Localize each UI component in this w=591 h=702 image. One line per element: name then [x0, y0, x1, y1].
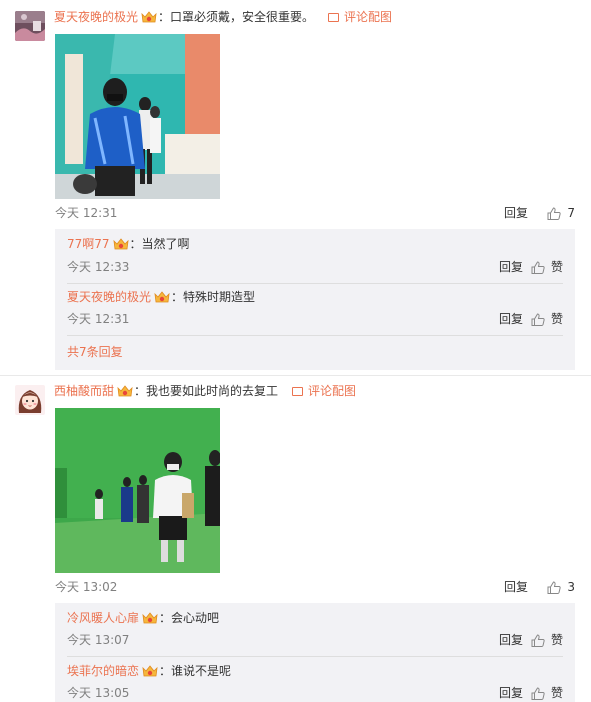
comment-pic-label: 评论配图 — [308, 384, 357, 398]
username-link[interactable]: 夏天夜晚的极光 — [67, 288, 151, 306]
timestamp: 今天 12:31 — [55, 206, 118, 220]
reply-text: ：特殊时期造型 — [171, 290, 256, 304]
reply-list: 冷风暖人心扉 ：会心动吧 今天 13:07 回复 赞 埃菲尔的暗恋 ：谁说不是呢… — [55, 603, 575, 702]
like-button[interactable]: 赞 — [531, 258, 563, 276]
comment-text: ：口罩必须戴，安全很重要。 — [158, 10, 315, 24]
username-link[interactable]: 埃菲尔的暗恋 — [67, 662, 139, 680]
comment-meta: 今天 12:31 回复 7 — [55, 204, 575, 222]
reply-list: 77啊77 ：当然了啊 今天 12:33 回复 赞 夏天夜晚的极光 ：特殊时期造… — [55, 229, 575, 370]
reply-button[interactable]: 回复 — [499, 631, 523, 649]
like-button[interactable]: 赞 — [531, 684, 563, 702]
reply-meta: 今天 13:07 回复 赞 — [67, 631, 563, 649]
reply-button[interactable]: 回复 — [504, 204, 528, 222]
timestamp: 今天 12:31 — [67, 312, 130, 326]
comment-header: 夏天夜晚的极光 ：口罩必须戴，安全很重要。 评论配图 — [54, 8, 392, 26]
comment-photo[interactable] — [55, 34, 220, 199]
like-count: 3 — [567, 580, 575, 594]
avatar[interactable] — [15, 11, 45, 41]
like-button[interactable]: 3 — [547, 578, 575, 596]
comment-pic-link[interactable]: 评论配图 — [292, 382, 356, 400]
comment-item: 西柚酸而甜 ：我也要如此时尚的去复工 评论配图 今天 13:02 回复 3 冷风… — [0, 376, 591, 702]
comment-meta: 今天 13:02 回复 3 — [55, 578, 575, 596]
comment-pic-link[interactable]: 评论配图 — [328, 8, 392, 26]
timestamp: 今天 13:07 — [67, 633, 130, 647]
thumbs-up-icon — [531, 313, 545, 326]
reply-button[interactable]: 回复 — [499, 684, 523, 702]
timestamp: 今天 12:33 — [67, 260, 130, 274]
reply-header: 埃菲尔的暗恋 ：谁说不是呢 — [67, 662, 231, 680]
like-count: 7 — [567, 206, 575, 220]
username-link[interactable]: 77啊77 — [67, 235, 110, 253]
reply-text: ：谁说不是呢 — [159, 664, 232, 678]
vip-badge-icon — [141, 11, 157, 24]
timestamp: 今天 13:02 — [55, 580, 118, 594]
reply-meta: 今天 12:31 回复 赞 — [67, 310, 563, 328]
like-label: 赞 — [550, 686, 563, 700]
reply-text: ：当然了啊 — [129, 237, 190, 251]
thumbs-up-icon — [531, 261, 545, 274]
vip-badge-icon — [117, 385, 133, 398]
image-icon — [292, 386, 304, 396]
reply-button[interactable]: 回复 — [504, 578, 528, 596]
like-button[interactable]: 赞 — [531, 631, 563, 649]
comment-header: 西柚酸而甜 ：我也要如此时尚的去复工 评论配图 — [54, 382, 356, 400]
divider — [67, 283, 563, 284]
reply-header: 夏天夜晚的极光 ：特殊时期造型 — [67, 288, 255, 306]
thumbs-up-icon — [531, 687, 545, 700]
like-label: 赞 — [550, 260, 563, 274]
reply-header: 冷风暖人心扉 ：会心动吧 — [67, 609, 219, 627]
like-label: 赞 — [550, 633, 563, 647]
reply-header: 77啊77 ：当然了啊 — [67, 235, 190, 253]
like-button[interactable]: 赞 — [531, 310, 563, 328]
username-link[interactable]: 冷风暖人心扉 — [67, 609, 139, 627]
thumbs-up-icon — [547, 581, 561, 594]
image-icon — [328, 12, 340, 22]
vip-badge-icon — [154, 291, 170, 304]
vip-badge-icon — [113, 238, 129, 251]
comment-photo[interactable] — [55, 408, 220, 573]
comment-item: 夏天夜晚的极光 ：口罩必须戴，安全很重要。 评论配图 今天 12:31 回复 7… — [0, 0, 591, 370]
like-button[interactable]: 7 — [547, 204, 575, 222]
divider — [67, 335, 563, 336]
divider — [67, 656, 563, 657]
reply-button[interactable]: 回复 — [499, 310, 523, 328]
comment-text: ：我也要如此时尚的去复工 — [134, 384, 279, 398]
reply-meta: 今天 12:33 回复 赞 — [67, 258, 563, 276]
reply-text: ：会心动吧 — [159, 611, 220, 625]
avatar[interactable] — [15, 385, 45, 415]
reply-meta: 今天 13:05 回复 赞 — [67, 684, 563, 702]
thumbs-up-icon — [531, 634, 545, 647]
vip-badge-icon — [142, 612, 158, 625]
reply-button[interactable]: 回复 — [499, 258, 523, 276]
username-link[interactable]: 夏天夜晚的极光 — [54, 8, 138, 26]
vip-badge-icon — [142, 665, 158, 678]
username-link[interactable]: 西柚酸而甜 — [54, 382, 114, 400]
like-label: 赞 — [550, 312, 563, 326]
comment-pic-label: 评论配图 — [344, 10, 393, 24]
timestamp: 今天 13:05 — [67, 686, 130, 700]
more-replies-link[interactable]: 共7条回复 — [67, 343, 123, 361]
thumbs-up-icon — [547, 207, 561, 220]
